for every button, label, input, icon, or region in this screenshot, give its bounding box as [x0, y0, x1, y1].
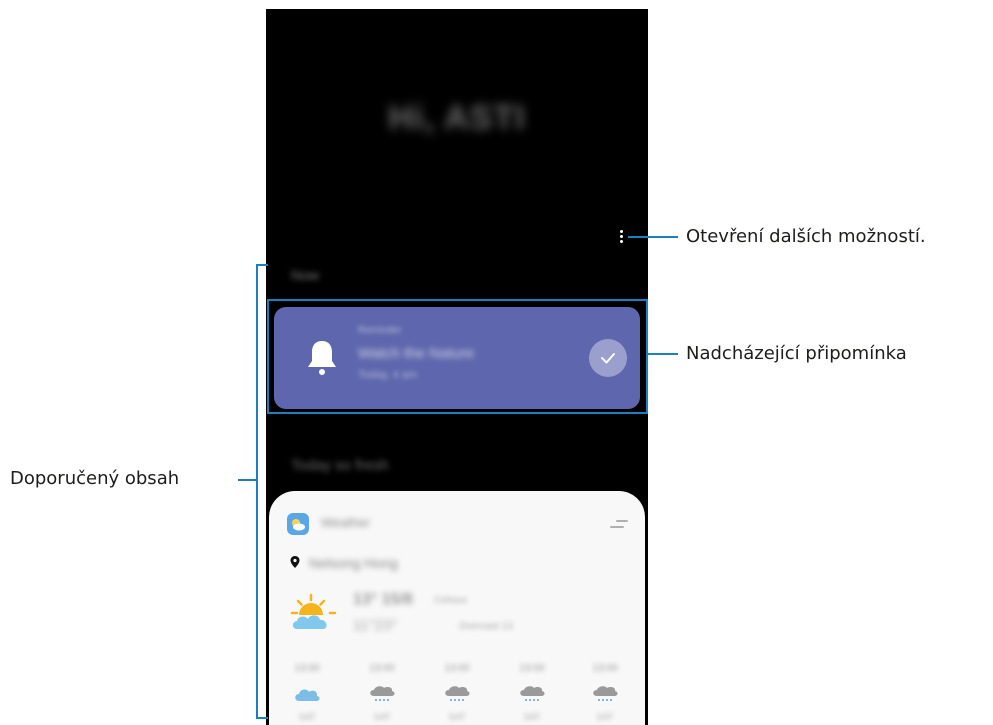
more-options-icon [619, 229, 623, 233]
weather-date: Overcast 13 [459, 621, 513, 632]
more-options-icon-dot [619, 239, 623, 243]
hour-day: SAT [596, 712, 614, 722]
partly-sunny-icon [290, 593, 337, 629]
greeting-text: Hi, ASTI [388, 99, 526, 137]
weather-temperature: 13° 15/8 [353, 591, 413, 608]
weather-app-name: Weather [321, 515, 370, 530]
hourly-forecast-item: 13:00 SAT [512, 663, 552, 725]
drag-handle-icon[interactable] [610, 518, 628, 530]
recommended-callout: Doporučený obsah [10, 468, 180, 489]
rain-cloud-icon [445, 686, 470, 701]
hour-day: SAT [373, 712, 391, 722]
weather-unit: Celsius [434, 595, 467, 606]
weather-location: Nelsong Hong [309, 555, 398, 571]
reminder-leader-line [646, 353, 678, 355]
more-options-leader-line [628, 236, 678, 238]
recommended-leader-line [238, 479, 256, 481]
reminder-highlight-frame [267, 299, 648, 414]
section-now-title: Now [291, 267, 320, 283]
hour-time: 13:00 [294, 663, 320, 674]
hourly-forecast-item: 13:00 SAT [437, 663, 477, 725]
hour-time: 13:00 [592, 663, 618, 674]
rain-cloud-icon [520, 686, 545, 701]
hourly-forecast-item: 13:00 SAT [287, 663, 327, 725]
recommended-bracket-top [256, 264, 268, 266]
more-options-button[interactable] [616, 225, 626, 247]
hour-time: 13:00 [369, 663, 395, 674]
weather-card[interactable]: Weather Nelsong Hong 13° 15/8 Celsius 11… [269, 491, 645, 725]
cloud-icon [295, 689, 320, 701]
weather-description: 11°23° [353, 617, 398, 634]
recommended-bracket-bottom [256, 717, 268, 719]
hour-day: SAT [298, 712, 316, 722]
more-options-icon-dot [619, 234, 623, 238]
hourly-forecast-item: 13:00 SAT [585, 663, 625, 725]
hour-time: 13:00 [519, 663, 545, 674]
section-today-title: Today so fresh [291, 457, 389, 474]
more-options-callout: Otevření dalších možností. [686, 226, 926, 247]
rain-cloud-icon [593, 686, 618, 701]
hour-day: SAT [523, 712, 541, 722]
reminder-callout: Nadcházející připomínka [686, 343, 907, 364]
hourly-forecast-item: 13:00 SAT [362, 663, 402, 725]
recommended-bracket-line [256, 264, 258, 719]
weather-app-icon [287, 513, 309, 535]
rain-cloud-icon [370, 686, 395, 701]
hour-time: 13:00 [444, 663, 470, 674]
hour-day: SAT [448, 712, 466, 722]
location-pin-icon [290, 556, 300, 568]
